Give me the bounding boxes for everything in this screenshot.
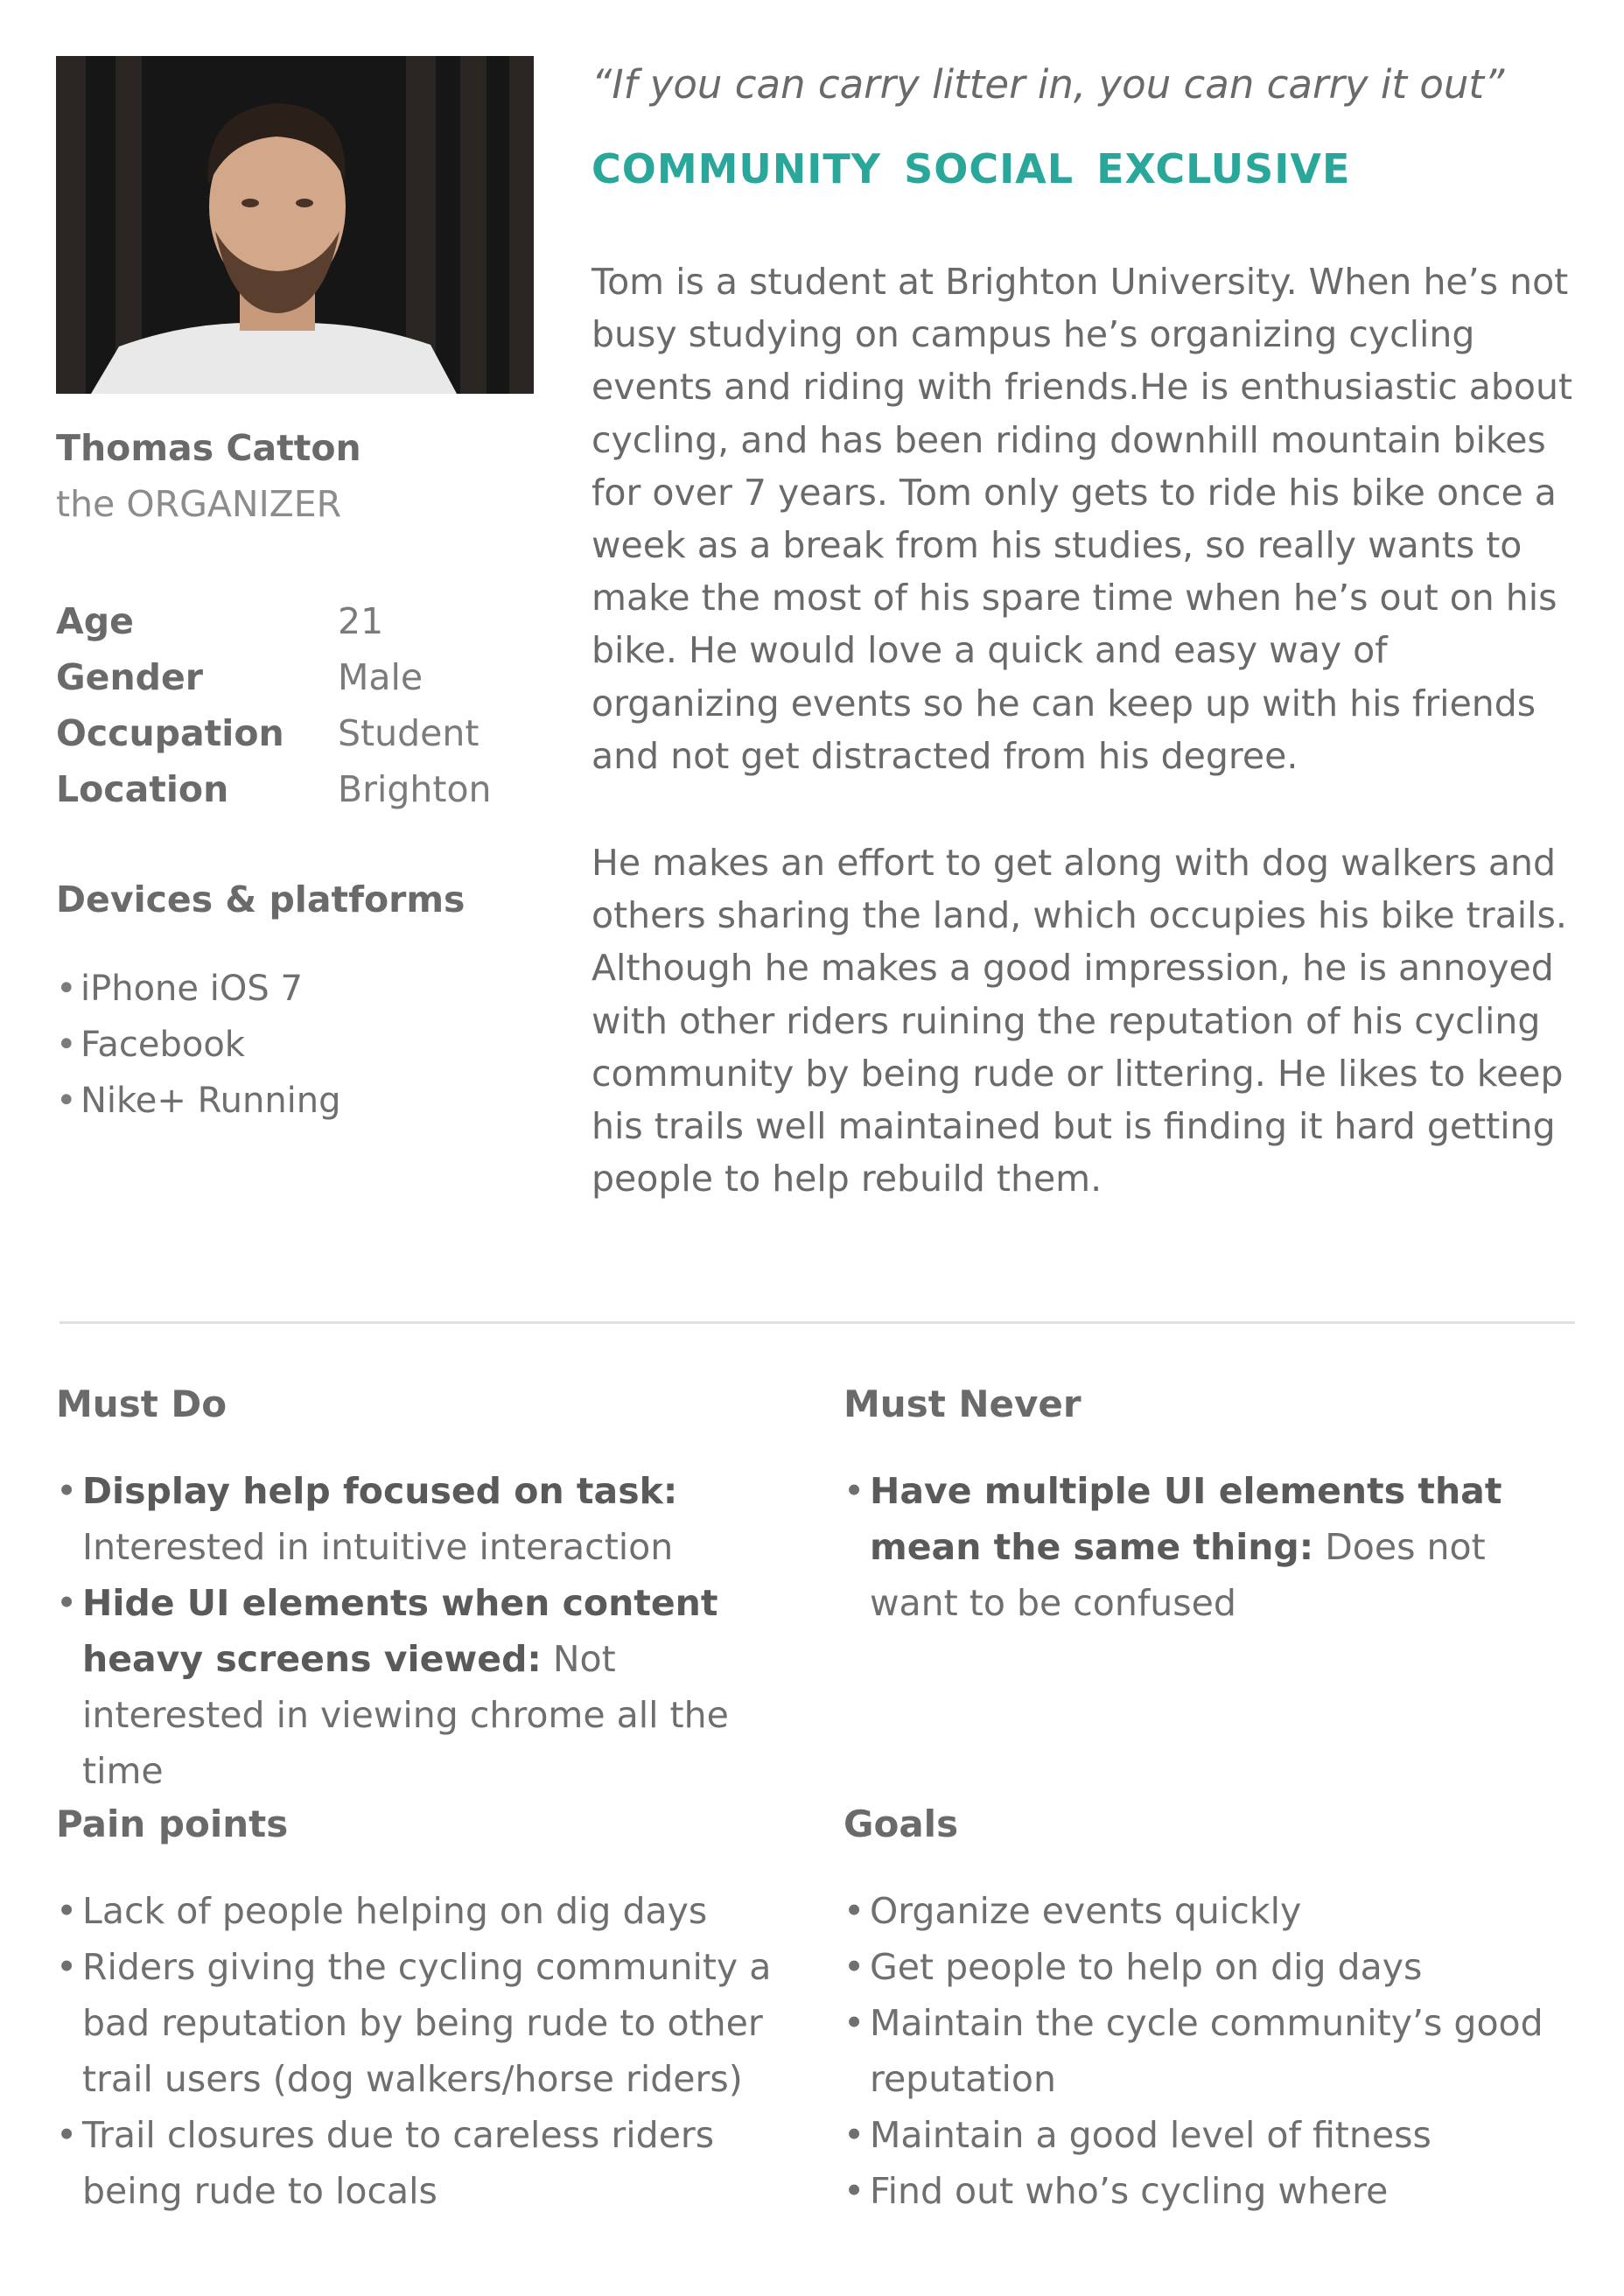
item-text: Organize events quickly xyxy=(870,1890,1302,1932)
bullet-icon: • xyxy=(56,2114,78,2156)
goals-list: • Organize events quickly • Get people to … xyxy=(844,1883,1578,2219)
device-item: • iPhone iOS 7 xyxy=(56,961,341,1017)
list-item: • Have multiple UI elements that mean the… xyxy=(844,1463,1578,1631)
device-item: • Facebook xyxy=(56,1017,341,1073)
pain-points-title: Pain points xyxy=(56,1802,289,1845)
bullet-icon: • xyxy=(56,1890,78,1932)
fact-label: Age xyxy=(56,600,134,642)
devices-title: Devices & platforms xyxy=(56,878,466,920)
bullet-icon: • xyxy=(56,1025,77,1065)
persona-quote: “If you can carry litter in, you can car… xyxy=(592,61,1505,108)
item-text: Interested in intuitive interaction xyxy=(82,1526,674,1568)
fact-value: Student xyxy=(338,712,480,754)
item-text: Maintain a good level of fitness xyxy=(870,2114,1432,2156)
fact-label: Occupation xyxy=(56,712,284,754)
devices-list: • iPhone iOS 7 • Facebook • Nike+ Running xyxy=(56,961,341,1129)
bullet-icon: • xyxy=(844,2170,865,2212)
fact-row-age: Age 21 xyxy=(56,593,492,649)
list-item: • Get people to help on dig days xyxy=(844,1939,1578,1995)
must-never-list: • Have multiple UI elements that mean the… xyxy=(844,1463,1578,1631)
list-item: • Find out who’s cycling where xyxy=(844,2163,1578,2219)
item-emphasis: Display help focused on task: xyxy=(82,1470,678,1512)
must-do-title: Must Do xyxy=(56,1382,228,1425)
must-never-title: Must Never xyxy=(844,1382,1082,1425)
persona-role: the ORGANIZER xyxy=(56,483,342,525)
bullet-icon: • xyxy=(844,1890,865,1932)
fact-row-location: Location Brighton xyxy=(56,761,492,817)
item-text: Trail closures due to careless riders be… xyxy=(82,2114,715,2212)
item-text: Riders giving the cycling community a ba… xyxy=(82,1946,772,2100)
list-item: • Organize events quickly xyxy=(844,1883,1578,1939)
item-text: Get people to help on dig days xyxy=(870,1946,1423,1988)
tag: EXCLUSIVE xyxy=(1096,145,1351,192)
profile-photo xyxy=(56,56,534,394)
list-item: • Maintain the cycle community’s good rep… xyxy=(844,1995,1578,2107)
bullet-icon: • xyxy=(844,2114,865,2156)
tag: SOCIAL xyxy=(904,145,1074,192)
persona-tags: COMMUNITY SOCIAL EXCLUSIVE xyxy=(592,145,1373,192)
bio-paragraph: Tom is a student at Brighton University.… xyxy=(592,261,1573,777)
item-text: Maintain the cycle community’s good repu… xyxy=(870,2002,1544,2100)
fact-row-occupation: Occupation Student xyxy=(56,705,492,761)
must-do-list: • Display help focused on task: Intereste… xyxy=(56,1463,791,1799)
bullet-icon: • xyxy=(844,1946,865,1988)
bullet-icon: • xyxy=(56,1081,77,1121)
bullet-icon: • xyxy=(56,1946,78,1988)
fact-value: Male xyxy=(338,656,424,698)
list-item: • Display help focused on task: Intereste… xyxy=(56,1463,791,1575)
fact-value: 21 xyxy=(338,600,384,642)
bullet-icon: • xyxy=(844,2002,865,2044)
list-item: • Lack of people helping on dig days xyxy=(56,1883,791,1939)
fact-label: Gender xyxy=(56,656,204,698)
persona-name: Thomas Catton xyxy=(56,427,361,469)
bullet-icon: • xyxy=(56,1470,78,1512)
fact-value: Brighton xyxy=(338,768,492,810)
goals-title: Goals xyxy=(844,1802,959,1845)
device-label: Facebook xyxy=(80,1025,245,1065)
list-item: • Riders giving the cycling community a b… xyxy=(56,1939,791,2107)
pain-points-list: • Lack of people helping on dig days • Rid… xyxy=(56,1883,791,2219)
list-item: • Maintain a good level of fitness xyxy=(844,2107,1578,2163)
bullet-icon: • xyxy=(56,1582,78,1624)
item-text: Lack of people helping on dig days xyxy=(82,1890,708,1932)
device-item: • Nike+ Running xyxy=(56,1073,341,1129)
list-item: • Hide UI elements when content heavy scr… xyxy=(56,1575,791,1799)
bio-paragraph: He makes an effort to get along with dog… xyxy=(592,842,1567,1200)
tag: COMMUNITY xyxy=(592,145,882,192)
bullet-icon: • xyxy=(56,969,77,1009)
fact-row-gender: Gender Male xyxy=(56,649,492,705)
fact-label: Location xyxy=(56,768,229,810)
device-label: Nike+ Running xyxy=(80,1081,341,1121)
persona-facts: Age 21 Gender Male Occupation Student Locat… xyxy=(56,593,492,817)
device-label: iPhone iOS 7 xyxy=(80,969,303,1009)
list-item: • Trail closures due to careless riders b… xyxy=(56,2107,791,2219)
bullet-icon: • xyxy=(844,1470,865,1512)
item-emphasis: Hide UI elements when content heavy scre… xyxy=(82,1582,718,1680)
item-text: Find out who’s cycling where xyxy=(870,2170,1389,2212)
section-divider xyxy=(60,1321,1575,1324)
